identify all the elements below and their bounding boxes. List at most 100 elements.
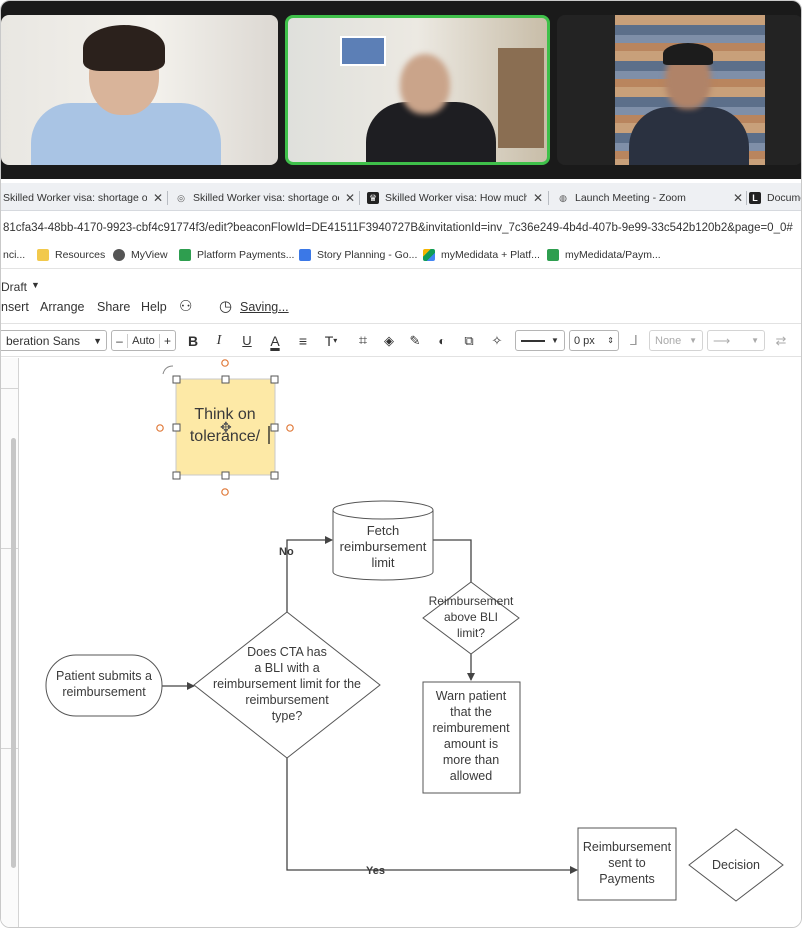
browser-tab[interactable]: L Docume — [749, 186, 801, 210]
align-icon[interactable]: ≡ — [293, 330, 313, 351]
bookmark-item[interactable]: MyView — [113, 249, 168, 261]
close-icon[interactable]: ✕ — [345, 191, 355, 205]
shape-options-icon[interactable]: ⌗ — [353, 330, 373, 351]
decision-above-limit[interactable]: Reimbursement above BLI limit? — [422, 581, 520, 655]
line-style-select[interactable]: ▼ — [515, 330, 565, 351]
connection-point[interactable] — [156, 424, 164, 432]
browser-tab[interactable]: ◍ Launch Meeting - Zoom ✕ — [557, 186, 743, 210]
line-routing-icon[interactable]: ⅃ — [625, 330, 643, 351]
connection-point[interactable] — [286, 424, 294, 432]
resize-handle[interactable] — [172, 423, 181, 432]
gov-icon: ◎ — [177, 192, 185, 203]
start-line-2: reimbursement — [62, 685, 146, 699]
underline-button[interactable]: U — [237, 330, 257, 351]
binoculars-icon[interactable]: ⚇ — [179, 297, 192, 315]
connector-fetch-to-decision[interactable] — [433, 539, 472, 582]
browser-tab[interactable]: ♛ Skilled Worker visa: How much ✕ — [367, 186, 543, 210]
bold-button[interactable]: B — [183, 330, 203, 351]
resize-handle[interactable] — [270, 423, 279, 432]
address-bar[interactable]: 81cfa34-48bb-4170-9923-cbf4c91774f3/edit… — [1, 213, 801, 243]
sticky-note-selected[interactable]: Think on tolerance/ ✥ — [156, 359, 294, 496]
diagram-canvas[interactable]: No Yes Think on tolerance/ ✥ Fetch reimb… — [1, 358, 802, 928]
flowchart[interactable]: No Yes Think on tolerance/ ✥ Fetch reimb… — [1, 358, 802, 928]
font-size-stepper[interactable]: – Auto + — [111, 330, 176, 351]
browser-tab-bar: Skilled Worker visa: shortage occ ✕ ◎ Sk… — [1, 183, 801, 211]
menu-arrange[interactable]: Arrange — [40, 300, 84, 314]
line-width-stepper[interactable]: 0 px ⇕ — [569, 330, 619, 351]
image-edit-icon[interactable]: ⧉ — [459, 330, 479, 351]
bookmark-item[interactable]: myMedidata + Platf... — [423, 249, 540, 261]
bookmark-label: myMedidata/Paym... — [565, 249, 661, 261]
connector-no[interactable] — [286, 536, 333, 612]
move-cursor-icon: ✥ — [220, 419, 232, 435]
increase-size-button[interactable]: + — [158, 333, 175, 348]
bli-line-2: a BLI with a — [254, 661, 319, 675]
text-options-button[interactable]: T ▾ — [320, 330, 342, 351]
bookmark-label: Resources — [55, 249, 106, 261]
bookmark-label: myMedidata + Platf... — [441, 249, 540, 261]
italic-button[interactable]: I — [209, 330, 229, 351]
bookmarks-bar: nci... Resources MyView Platform Payment… — [1, 243, 801, 269]
url-text[interactable]: 81cfa34-48bb-4170-9923-cbf4c91774f3/edit… — [3, 222, 793, 234]
fetch-limit-database[interactable]: Fetch reimbursement limit — [332, 500, 434, 581]
bli-line-3: reimbursement limit for the — [213, 677, 361, 691]
arrow-start-select[interactable]: None ▼ — [649, 330, 703, 351]
decision-bli-check[interactable]: Does CTA has a BLI with a reimbursement … — [193, 611, 381, 759]
start-line-1: Patient submits a — [56, 669, 152, 683]
bookmark-item[interactable]: nci... — [3, 249, 25, 261]
wall-picture — [340, 36, 386, 66]
fill-color-icon[interactable]: ◈ — [379, 330, 399, 351]
magic-wand-icon[interactable]: ✧ — [487, 330, 507, 351]
bookmark-item[interactable]: Platform Payments... — [179, 249, 294, 261]
globe-icon — [113, 249, 125, 261]
text-color-button[interactable]: A — [265, 330, 285, 351]
warn-patient-process[interactable]: Warn patient that the reimburement amoun… — [422, 681, 521, 794]
browser-tab[interactable]: Skilled Worker visa: shortage occ ✕ — [3, 186, 163, 210]
resize-handle[interactable] — [172, 375, 181, 384]
menu-help[interactable]: Help — [141, 300, 167, 314]
opacity-icon[interactable]: ◐ — [432, 330, 452, 351]
rotate-handle-icon[interactable] — [162, 365, 174, 375]
arrow-end-select[interactable]: ⟶ ▼ — [707, 330, 765, 351]
bookmark-item[interactable]: myMedidata/Paym... — [547, 249, 661, 261]
line-width-value: 0 px — [574, 334, 595, 347]
font-family-select[interactable]: beration Sans ▼ — [1, 330, 107, 351]
tab-label: Skilled Worker visa: shortage occ — [193, 192, 339, 204]
resize-handle[interactable] — [270, 375, 279, 384]
swap-arrows-icon[interactable]: ⇄ — [771, 330, 791, 351]
bookmark-item[interactable]: Resources — [37, 249, 105, 261]
app-menu-bar: nsert Arrange Share Help ⚇ ◷ Saving... — [1, 297, 801, 319]
participant-video-3[interactable] — [557, 15, 801, 165]
decrease-size-button[interactable]: – — [112, 333, 128, 348]
line-color-icon[interactable]: ✎ — [405, 330, 425, 351]
browser-tab[interactable]: ◎ Skilled Worker visa: shortage occ ✕ — [175, 186, 355, 210]
caret-down-icon: ▼ — [689, 336, 697, 345]
resize-handle[interactable] — [221, 471, 230, 480]
bookmark-label: MyView — [131, 249, 168, 261]
close-icon[interactable]: ✕ — [153, 191, 163, 205]
doc-status-label: Draft — [1, 280, 28, 294]
resize-handle[interactable] — [221, 375, 230, 384]
tab-separator — [359, 191, 360, 205]
resize-handle[interactable] — [270, 471, 279, 480]
menu-insert[interactable]: nsert — [1, 300, 29, 314]
close-icon[interactable]: ✕ — [533, 191, 543, 205]
stepper-arrows-icon[interactable]: ⇕ — [607, 336, 614, 345]
resize-handle[interactable] — [172, 471, 181, 480]
connection-point[interactable] — [221, 359, 229, 367]
close-icon[interactable]: ✕ — [733, 191, 743, 205]
menu-share[interactable]: Share — [97, 300, 130, 314]
start-terminator[interactable]: Patient submits a reimbursement — [45, 654, 163, 717]
caret-down-icon: ▼ — [93, 335, 102, 346]
saving-status: Saving... — [240, 300, 289, 314]
participant-video-2-active[interactable] — [285, 15, 550, 165]
bookmark-item[interactable]: Story Planning - Go... — [299, 249, 417, 261]
sent-to-payments-process[interactable]: Reimbursement sent to Payments — [577, 827, 677, 901]
crown-icon: ♛ — [367, 192, 379, 204]
decision-shape-legend[interactable]: Decision — [688, 828, 784, 902]
caret-down-icon[interactable]: ▼ — [31, 280, 40, 290]
connection-point[interactable] — [221, 488, 229, 496]
font-size-value[interactable]: Auto — [132, 335, 155, 347]
above-line-2: above BLI — [444, 610, 498, 624]
participant-video-1[interactable] — [1, 15, 278, 165]
